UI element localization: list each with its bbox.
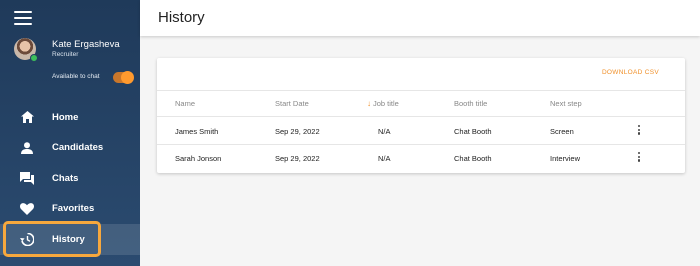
profile-role: Recruiter [52,51,79,58]
cell-start-date: Sep 29, 2022 [275,154,320,163]
history-icon [20,232,34,246]
sidebar-item-label: Candidates [52,142,104,154]
cell-name: James Smith [175,127,219,136]
cell-name: Sarah Jonson [175,154,222,163]
sidebar-item-label: Home [52,111,79,123]
history-card: DOWNLOAD CSV Name Start Date ↓ Job title … [157,58,685,173]
menu-icon[interactable] [14,11,32,25]
sidebar: Kate Ergasheva Recruiter Available to ch… [0,0,140,266]
column-header-next-step[interactable]: Next step [550,99,582,108]
sidebar-item-label: Favorites [52,203,95,215]
sidebar-item-chats[interactable]: Chats [0,163,140,194]
download-csv-button[interactable]: DOWNLOAD CSV [602,69,659,76]
sidebar-item-home[interactable]: Home [0,102,140,133]
online-status-dot [30,54,38,62]
heart-icon [20,202,34,216]
table-row[interactable]: Sarah Jonson Sep 29, 2022 N/A Chat Booth… [157,145,685,172]
column-header-label: Job title [373,99,399,108]
page-header: History [140,0,700,36]
sidebar-item-candidates[interactable]: Candidates [0,133,140,164]
sidebar-item-label: Chats [52,172,79,184]
sidebar-nav: Home Candidates Chats Favorites History [0,102,140,255]
cell-booth-title: Chat Booth [454,154,492,163]
person-icon [20,141,34,155]
sidebar-item-favorites[interactable]: Favorites [0,194,140,225]
cell-job-title: N/A [378,127,391,136]
profile-name: Kate Ergasheva [52,39,120,50]
column-header-booth-title[interactable]: Booth title [454,99,487,108]
user-profile[interactable]: Kate Ergasheva Recruiter [14,38,134,62]
column-header-name[interactable]: Name [175,99,195,108]
page-title: History [158,9,205,26]
column-header-start-date[interactable]: Start Date [275,99,309,108]
cell-job-title: N/A [378,154,391,163]
cell-start-date: Sep 29, 2022 [275,127,320,136]
more-options-icon[interactable] [636,152,642,164]
sort-arrow-icon: ↓ [367,99,371,108]
sidebar-item-label: History [52,233,85,245]
cell-next-step: Interview [550,154,581,163]
cell-next-step: Screen [550,127,574,136]
column-header-job-title[interactable]: ↓ Job title [367,99,399,108]
chat-icon [20,171,34,185]
availability-label: Available to chat [52,73,100,80]
availability-toggle[interactable] [113,71,134,84]
table-header: Name Start Date ↓ Job title Booth title N… [157,90,685,117]
home-icon [20,110,34,124]
sidebar-item-history[interactable]: History [0,224,140,255]
toggle-knob [121,71,134,84]
cell-booth-title: Chat Booth [454,127,492,136]
table-row[interactable]: James Smith Sep 29, 2022 N/A Chat Booth … [157,118,685,145]
more-options-icon[interactable] [636,125,642,137]
